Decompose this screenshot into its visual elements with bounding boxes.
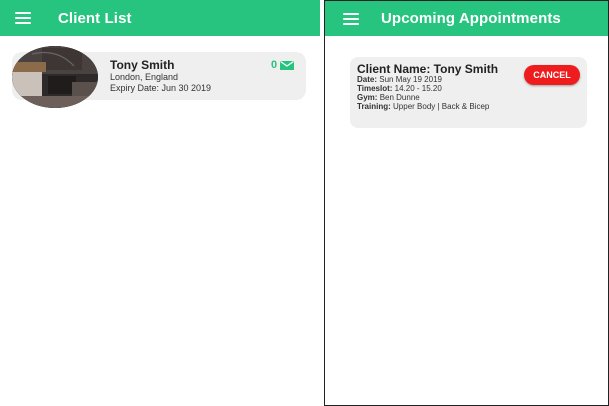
date-value: Sun May 19 2019 (379, 75, 442, 84)
message-count: 0 (271, 59, 278, 71)
cancel-button[interactable]: CANCEL (524, 65, 580, 85)
app-bar: Client List (0, 0, 320, 36)
client-info: Tony Smith London, England Expiry Date: … (110, 58, 211, 94)
client-location: London, England (110, 72, 179, 82)
page-title: Client List (58, 9, 132, 27)
mail-icon (280, 61, 295, 70)
appointment-gym: Gym: Ben Dunne (357, 93, 420, 102)
timeslot-label: Timeslot: (357, 84, 393, 93)
training-value: Upper Body | Back & Bicep (393, 102, 490, 111)
timeslot-value: 14.20 - 15.20 (394, 84, 442, 93)
training-label: Training: (357, 102, 391, 111)
page-title: Upcoming Appointments (381, 10, 561, 27)
appointment-timeslot: Timeslot: 14.20 - 15.20 (357, 84, 442, 93)
menu-icon[interactable] (343, 12, 359, 25)
messages-button[interactable]: 0 (271, 59, 295, 71)
appointments-screen: Upcoming Appointments Client Name: Tony … (324, 0, 609, 406)
client-expiry: Expiry Date: Jun 30 2019 (110, 83, 212, 93)
date-label: Date: (357, 75, 378, 84)
gym-value: Ben Dunne (379, 93, 420, 102)
appointment-training: Training: Upper Body | Back & Bicep (357, 102, 489, 111)
client-name: Tony Smith (110, 58, 175, 72)
menu-icon[interactable] (15, 12, 31, 24)
avatar (12, 46, 98, 108)
appointment-title: Client Name: Tony Smith (357, 62, 499, 76)
gym-label: Gym: (357, 93, 378, 102)
appointment-date: Date: Sun May 19 2019 (357, 75, 442, 84)
app-bar: Upcoming Appointments (325, 1, 608, 36)
client-list-screen: Client List Tony Smith London, England E… (0, 0, 320, 406)
